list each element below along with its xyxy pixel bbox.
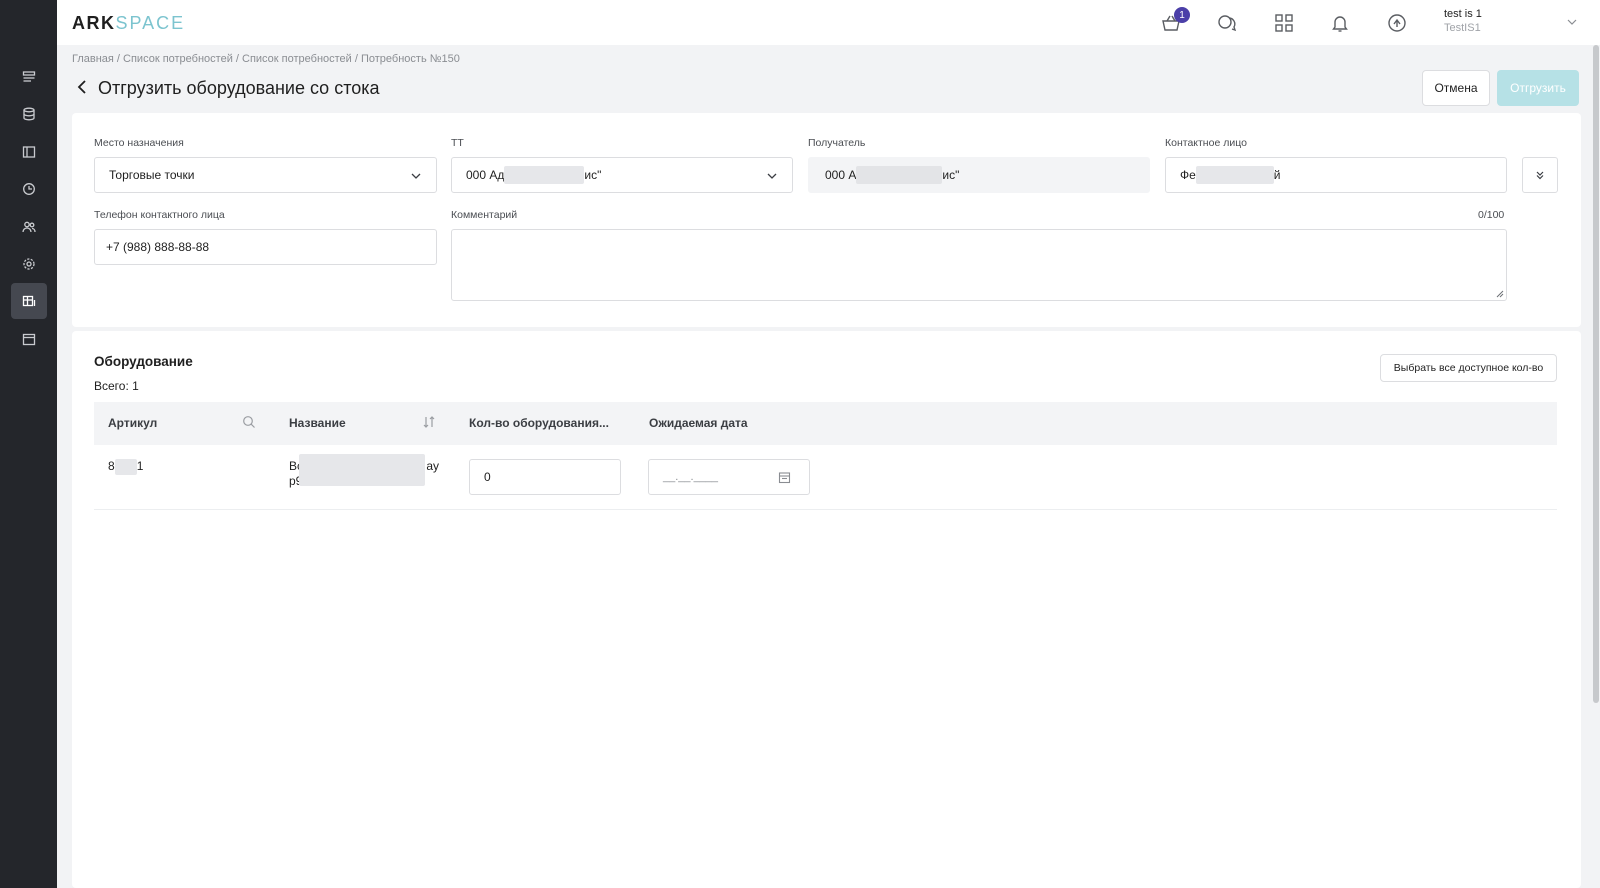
scrollbar-thumb[interactable] [1593, 45, 1599, 703]
user-menu[interactable]: test is 1 TestIS1 [1444, 8, 1482, 34]
double-chevron-down-icon [1536, 171, 1544, 180]
expected-date-input[interactable]: __.__.____ [648, 459, 810, 495]
top-bar: ARKSPACE 1 test is 1 TestIS1 [57, 0, 1600, 45]
chevron-down-icon [767, 173, 777, 179]
sidebar-item-calendar[interactable] [11, 321, 47, 357]
destination-label: Место назначения [94, 137, 184, 149]
back-arrow-icon[interactable] [76, 79, 90, 95]
sidebar-item-users[interactable] [11, 209, 47, 245]
article-start: 8 [108, 459, 115, 474]
sidebar-item-equipment[interactable] [11, 283, 47, 319]
destination-value: Торговые точки [109, 168, 195, 182]
table-icon [22, 295, 36, 307]
gear-icon [23, 258, 35, 270]
recipient-label: Получатель [808, 137, 866, 149]
contact-field[interactable]: Фе й [1165, 157, 1507, 193]
column-name: Название [289, 416, 346, 430]
cart-button[interactable]: 1 [1160, 7, 1190, 34]
tt-value-end: ис" [584, 168, 602, 182]
article-end: 1 [136, 459, 144, 474]
logo-text-secondary: SPACE [115, 13, 186, 33]
calendar-icon [22, 333, 36, 346]
recipient-value-end: ис" [942, 168, 960, 182]
phone-value: +7 (988) 888-88-88 [106, 240, 210, 254]
bell-icon [1332, 16, 1348, 32]
comment-label: Комментарий [451, 209, 518, 221]
redacted-block [114, 459, 137, 475]
search-icon[interactable] [242, 415, 256, 429]
tt-label: ТТ [451, 137, 464, 149]
app-logo[interactable]: ARKSPACE [72, 13, 185, 34]
chat-button[interactable] [1216, 12, 1238, 34]
notifications-button[interactable] [1329, 12, 1351, 34]
name-line1-end: ay [426, 459, 439, 473]
tt-select[interactable]: 000 Ад ис" [451, 157, 793, 193]
sidebar-item-settings[interactable] [11, 246, 47, 282]
date-placeholder: __.__.____ [663, 471, 719, 483]
grid-icon [1275, 14, 1293, 32]
cancel-button[interactable]: Отмена [1422, 70, 1490, 106]
redacted-block [856, 166, 943, 184]
layout-icon [22, 146, 36, 158]
user-name: test is 1 [1444, 8, 1482, 20]
row-article: 81 [108, 459, 143, 475]
sidebar-item-database[interactable] [11, 96, 47, 132]
clock-icon [23, 183, 35, 195]
apps-button[interactable] [1273, 12, 1295, 34]
chat-icon [1218, 15, 1237, 32]
redacted-block [1195, 166, 1274, 184]
logo-text-primary: ARK [72, 13, 116, 33]
contact-value-end: й [1273, 168, 1281, 182]
sort-icon[interactable] [422, 415, 436, 429]
column-quantity: Кол-во оборудования... [469, 416, 609, 430]
equipment-title: Оборудование [94, 354, 193, 369]
tt-value-start: 000 Ад [466, 168, 505, 182]
calendar-icon[interactable] [778, 471, 791, 484]
sidebar [0, 0, 57, 888]
redacted-block [504, 166, 585, 184]
resize-handle-icon[interactable] [1496, 290, 1504, 298]
column-expected-date: Ожидаемая дата [649, 416, 748, 430]
database-icon [23, 107, 35, 121]
sync-button[interactable] [1386, 12, 1408, 34]
phone-field[interactable]: +7 (988) 888-88-88 [94, 229, 437, 265]
cart-badge: 1 [1174, 7, 1190, 23]
sidebar-item-list[interactable] [11, 59, 47, 95]
sync-icon [1388, 14, 1406, 32]
redacted-block [299, 454, 425, 486]
column-article: Артикул [108, 416, 158, 430]
user-login: TestIS1 [1444, 22, 1481, 34]
table-header: Артикул Название Кол-во оборудования... … [94, 402, 1557, 445]
recipient-field: 000 А ис" [808, 157, 1150, 193]
contact-value-start: Фе [1180, 168, 1196, 182]
list-icon [22, 71, 36, 82]
phone-label: Телефон контактного лица [94, 209, 225, 221]
quantity-value: 0 [484, 470, 491, 484]
expand-button[interactable] [1522, 157, 1558, 193]
destination-select[interactable]: Торговые точки [94, 157, 437, 193]
quantity-input[interactable]: 0 [469, 459, 621, 495]
comment-textarea[interactable] [451, 229, 1507, 301]
chevron-down-icon [411, 173, 421, 179]
page-title: Отгрузить оборудование со стока [98, 78, 380, 98]
contact-label: Контактное лицо [1165, 137, 1247, 149]
users-icon [22, 221, 36, 233]
ship-button[interactable]: Отгрузить [1497, 70, 1579, 106]
chevron-down-icon[interactable] [1566, 16, 1578, 28]
sidebar-item-layout[interactable] [11, 134, 47, 170]
comment-counter: 0/100 [1478, 209, 1505, 221]
sidebar-item-clock[interactable] [11, 171, 47, 207]
select-all-quantity-button[interactable]: Выбрать все доступное кол-во [1380, 354, 1557, 382]
recipient-value-start: 000 А [825, 168, 857, 182]
breadcrumb[interactable]: Главная / Список потребностей / Список п… [72, 53, 460, 65]
equipment-total: Всего: 1 [94, 379, 139, 393]
